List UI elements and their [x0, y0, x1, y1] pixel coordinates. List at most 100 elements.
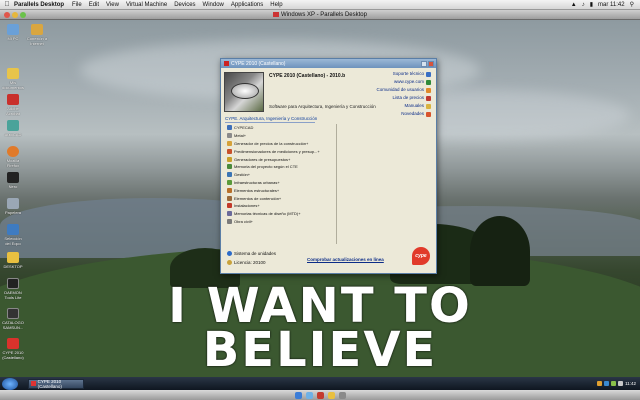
desktop-icon-mi-pc[interactable]: Mi PC — [2, 24, 24, 41]
module-item[interactable]: Gestión+ — [227, 171, 336, 179]
desktop-icon-cype[interactable]: CYPE 2010 (Castellano) — [2, 338, 24, 360]
link-manuales[interactable]: Manuales — [376, 102, 431, 110]
safari-icon[interactable] — [305, 391, 313, 399]
urban-infra-icon — [227, 179, 232, 185]
module-item[interactable]: Metal+ — [227, 132, 336, 140]
installations-icon — [227, 203, 232, 209]
volume-icon[interactable] — [618, 381, 624, 386]
parallels-icon[interactable] — [316, 391, 324, 399]
minimize-button[interactable] — [421, 60, 427, 67]
module-label: Elementos estructurales+ — [234, 187, 280, 193]
desktop-icon-catalogo[interactable]: CATALOGO SAMSUN... — [2, 308, 24, 330]
link-novedades[interactable]: Novedades — [376, 110, 431, 118]
module-item[interactable]: Generador de precios de la construcción+ — [227, 140, 336, 148]
desktop-icon-label: DESKTOP — [3, 264, 23, 269]
finder-icon[interactable] — [294, 391, 302, 399]
license-option[interactable]: Licencia: 20100 — [227, 258, 276, 267]
module-item[interactable]: Instalaciones+ — [227, 202, 336, 210]
menu-devices[interactable]: Devices — [174, 2, 195, 8]
window-buttons — [421, 60, 436, 67]
menu-file[interactable]: File — [72, 2, 82, 8]
daemon-tools-icon — [7, 278, 19, 289]
units-option[interactable]: Sistema de unidades — [227, 249, 276, 258]
structural-icon — [227, 187, 232, 193]
start-button[interactable] — [2, 377, 18, 390]
link-label: Soporte técnico — [392, 71, 424, 76]
desktop-icon-autocad[interactable]: AutoCAD — [2, 120, 24, 137]
desktop-icon-seleccion[interactable]: Selección del Eqco — [2, 224, 24, 246]
retaining-wall-icon — [227, 195, 232, 201]
desktop-icon-firefox[interactable]: Mozilla Firefox — [2, 146, 24, 168]
close-button[interactable] — [4, 12, 10, 18]
menu-view[interactable]: View — [106, 2, 119, 8]
link-label: Comunidad de usuarios — [376, 87, 424, 92]
module-label: CYPECAD — [234, 125, 254, 131]
tray-icon[interactable] — [597, 381, 603, 386]
windows-taskbar: CYPE 2010 (Castellano) 11:42 — [0, 377, 640, 390]
module-item[interactable]: Elementos estructurales+ — [227, 186, 336, 194]
network-icon[interactable] — [604, 381, 610, 386]
desktop-icon-label: Selección del Eqco — [4, 236, 22, 246]
menu-virtual-machine[interactable]: Virtual Machine — [126, 2, 167, 8]
news-icon — [426, 111, 431, 117]
minimize-button[interactable] — [12, 12, 18, 18]
module-item[interactable]: Generadores de presupuestos+ — [227, 155, 336, 163]
desktop-icon-recycle[interactable]: Papelera — [2, 198, 24, 215]
report-icon — [227, 164, 232, 170]
disc-icon — [231, 83, 259, 99]
desktop-icon-label: Papelera — [4, 210, 21, 215]
link-soporte-tecnico[interactable]: Soporte técnico — [376, 70, 431, 78]
zoom-button[interactable] — [20, 12, 26, 18]
battery-icon[interactable]: ▮ — [590, 1, 593, 8]
wifi-icon[interactable]: ▲ — [571, 2, 577, 8]
apple-icon[interactable]:  — [0, 1, 14, 8]
menu-applications[interactable]: Applications — [231, 2, 263, 8]
users-icon — [426, 87, 431, 93]
desktop-icon-label: DAEMON Tools Lite — [4, 290, 22, 300]
menu-edit[interactable]: Edit — [89, 2, 99, 8]
desktop-icon-internet[interactable]: Conexión a Internet — [26, 24, 48, 46]
link-label: Novedades — [401, 111, 424, 116]
desktop-icon-label: Adobe Acrobat — [6, 106, 20, 116]
trash-icon[interactable] — [338, 391, 346, 399]
cype-launcher-window[interactable]: CYPE 2010 (Castellano) CYPE 2010 (Castel… — [220, 58, 437, 274]
app-menu[interactable]: Parallels Desktop — [14, 2, 64, 8]
module-item[interactable]: CYPECAD — [227, 124, 336, 132]
desktop-icon-nero[interactable]: Nero — [2, 172, 24, 189]
vm-title-bar[interactable]: Windows XP - Parallels Desktop — [0, 10, 640, 20]
tray-icon[interactable] — [611, 381, 617, 386]
desktop-icon-daemon[interactable]: DAEMON Tools Lite — [2, 278, 24, 300]
module-item[interactable]: Predimensionadores de mediciones y presu… — [227, 147, 336, 155]
module-item[interactable]: Obra civil+ — [227, 218, 336, 226]
estimator-icon — [227, 148, 232, 154]
desktop-icon-label: CATALOGO SAMSUN... — [2, 320, 24, 330]
volume-icon[interactable]: ♪ — [582, 2, 585, 8]
module-item[interactable]: Elementos de contención+ — [227, 194, 336, 202]
link-precios[interactable]: Lista de precios — [376, 94, 431, 102]
check-updates-link[interactable]: Comprobar actualizaciones en línea — [307, 257, 384, 262]
price-list-icon — [426, 95, 431, 101]
desktop-icon-acrobat[interactable]: Adobe Acrobat — [2, 94, 24, 116]
desktop-icon-documents[interactable]: Mis documentos — [2, 68, 24, 90]
window-title-bar[interactable]: CYPE 2010 (Castellano) — [221, 59, 436, 68]
taskbar-task-cype[interactable]: CYPE 2010 (Castellano) — [28, 378, 84, 389]
close-button[interactable] — [428, 60, 434, 67]
quick-links: Soporte técnico www.cype.com Comunidad d… — [376, 70, 431, 118]
module-item[interactable]: Infraestructuras urbanas+ — [227, 179, 336, 187]
menu-clock[interactable]: mar 11:42 — [598, 2, 625, 8]
menu-window[interactable]: Window — [203, 2, 224, 8]
module-label: Instalaciones+ — [234, 203, 260, 209]
module-item[interactable]: Memoria del proyecto según el CTE — [227, 163, 336, 171]
desktop-icon-desktop-folder[interactable]: DESKTOP — [2, 252, 24, 269]
desktop-icon-label: Mozilla Firefox — [6, 158, 20, 168]
folder-icon[interactable] — [327, 391, 335, 399]
spotlight-icon[interactable]: ⚲ — [630, 1, 634, 8]
module-label: Generador de precios de la construcción+ — [234, 140, 309, 146]
link-web[interactable]: www.cype.com — [376, 78, 431, 86]
module-item[interactable]: Memorias técnicas de diseño (MTD)+ — [227, 210, 336, 218]
menu-help[interactable]: Help — [270, 2, 282, 8]
taskbar-clock[interactable]: 11:42 — [625, 381, 636, 386]
wallpaper-trees — [470, 216, 530, 286]
link-comunidad[interactable]: Comunidad de usuarios — [376, 86, 431, 94]
menu-extras: ▲ ♪ ▮ mar 11:42 ⚲ — [571, 1, 640, 9]
